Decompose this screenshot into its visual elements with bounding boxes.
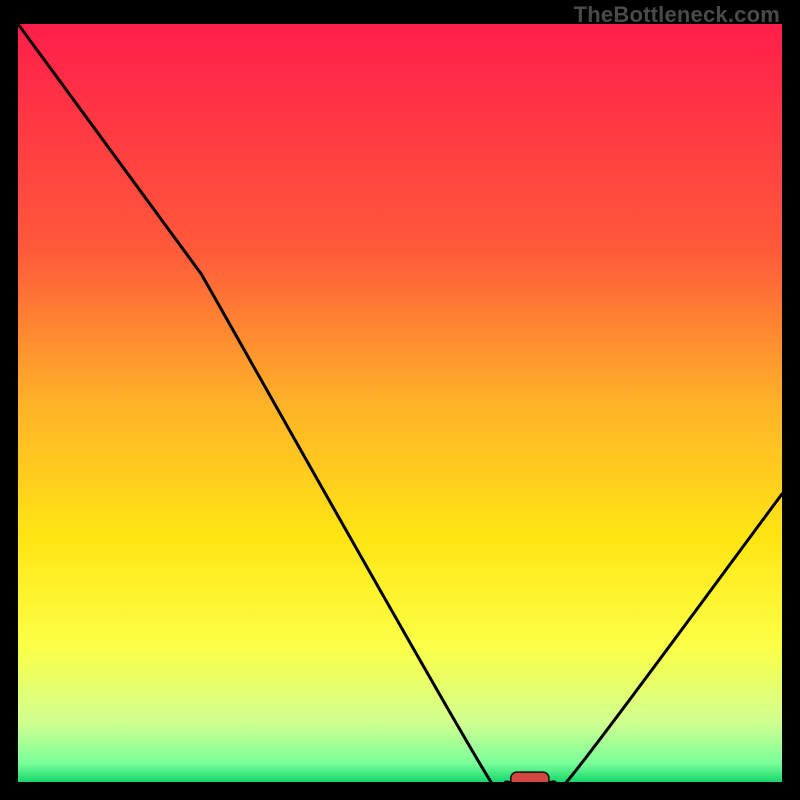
- bottleneck-chart: [18, 24, 782, 782]
- chart-background: [18, 24, 782, 782]
- optimal-marker: [511, 772, 549, 782]
- chart-frame: [18, 24, 782, 782]
